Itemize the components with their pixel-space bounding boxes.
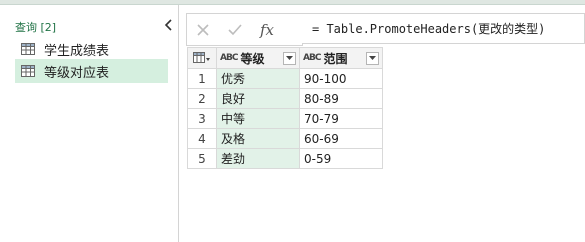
column-header-range[interactable]: ABC 范围: [299, 47, 383, 69]
formula-input[interactable]: = Table.PromoteHeaders(更改的类型): [302, 13, 585, 44]
query-item-label: 等级对应表: [44, 65, 110, 81]
queries-header: 查询 [2]: [15, 21, 57, 34]
formula-bar-buttons: fx: [186, 13, 303, 46]
column-header-label: 范围: [323, 51, 348, 66]
text-type-icon[interactable]: ABC: [220, 53, 238, 63]
fx-button[interactable]: fx: [251, 15, 283, 44]
collapse-pane-icon[interactable]: [162, 17, 176, 33]
range-cell[interactable]: 0-59: [299, 148, 383, 169]
row-number: 3: [187, 108, 217, 129]
table-row: 5 差劲 0-59: [187, 148, 383, 169]
data-grid: ABC 等级 ABC 范围 1 优秀 90-100 2 良好 80-89 3 中…: [187, 47, 383, 169]
query-item-label: 学生成绩表: [44, 43, 110, 59]
table-row: 4 及格 60-69: [187, 128, 383, 149]
column-header-label: 等级: [240, 51, 265, 66]
cancel-x-icon[interactable]: [187, 15, 219, 44]
range-cell[interactable]: 70-79: [299, 108, 383, 129]
row-number: 2: [187, 88, 217, 109]
range-cell[interactable]: 60-69: [299, 128, 383, 149]
table-row: 3 中等 70-79: [187, 108, 383, 129]
range-cell[interactable]: 80-89: [299, 88, 383, 109]
filter-dropdown-icon[interactable]: [283, 51, 296, 65]
range-cell[interactable]: 90-100: [299, 68, 383, 89]
queries-pane: 查询 [2] 学生成绩表 等级对应表: [0, 5, 179, 242]
grade-cell[interactable]: 中等: [216, 108, 300, 129]
row-number: 5: [187, 148, 217, 169]
query-item-student-scores[interactable]: 学生成绩表: [15, 37, 168, 61]
fx-icon: fx: [259, 20, 274, 39]
grade-cell[interactable]: 差劲: [216, 148, 300, 169]
grid-header-row: ABC 等级 ABC 范围: [187, 47, 383, 69]
query-item-grade-mapping[interactable]: 等级对应表: [15, 59, 168, 83]
table-row: 2 良好 80-89: [187, 88, 383, 109]
table-icon: [21, 43, 35, 55]
table-row: 1 优秀 90-100: [187, 68, 383, 89]
row-number: 4: [187, 128, 217, 149]
table-menu-button[interactable]: [187, 47, 217, 69]
text-type-icon[interactable]: ABC: [303, 53, 321, 63]
grade-cell[interactable]: 良好: [216, 88, 300, 109]
grade-cell[interactable]: 优秀: [216, 68, 300, 89]
row-number: 1: [187, 68, 217, 89]
checkmark-icon[interactable]: [219, 15, 251, 44]
table-icon: [21, 65, 35, 77]
column-header-grade[interactable]: ABC 等级: [216, 47, 300, 69]
filter-dropdown-icon[interactable]: [366, 51, 379, 65]
grade-cell[interactable]: 及格: [216, 128, 300, 149]
table-menu-icon: [193, 52, 210, 63]
